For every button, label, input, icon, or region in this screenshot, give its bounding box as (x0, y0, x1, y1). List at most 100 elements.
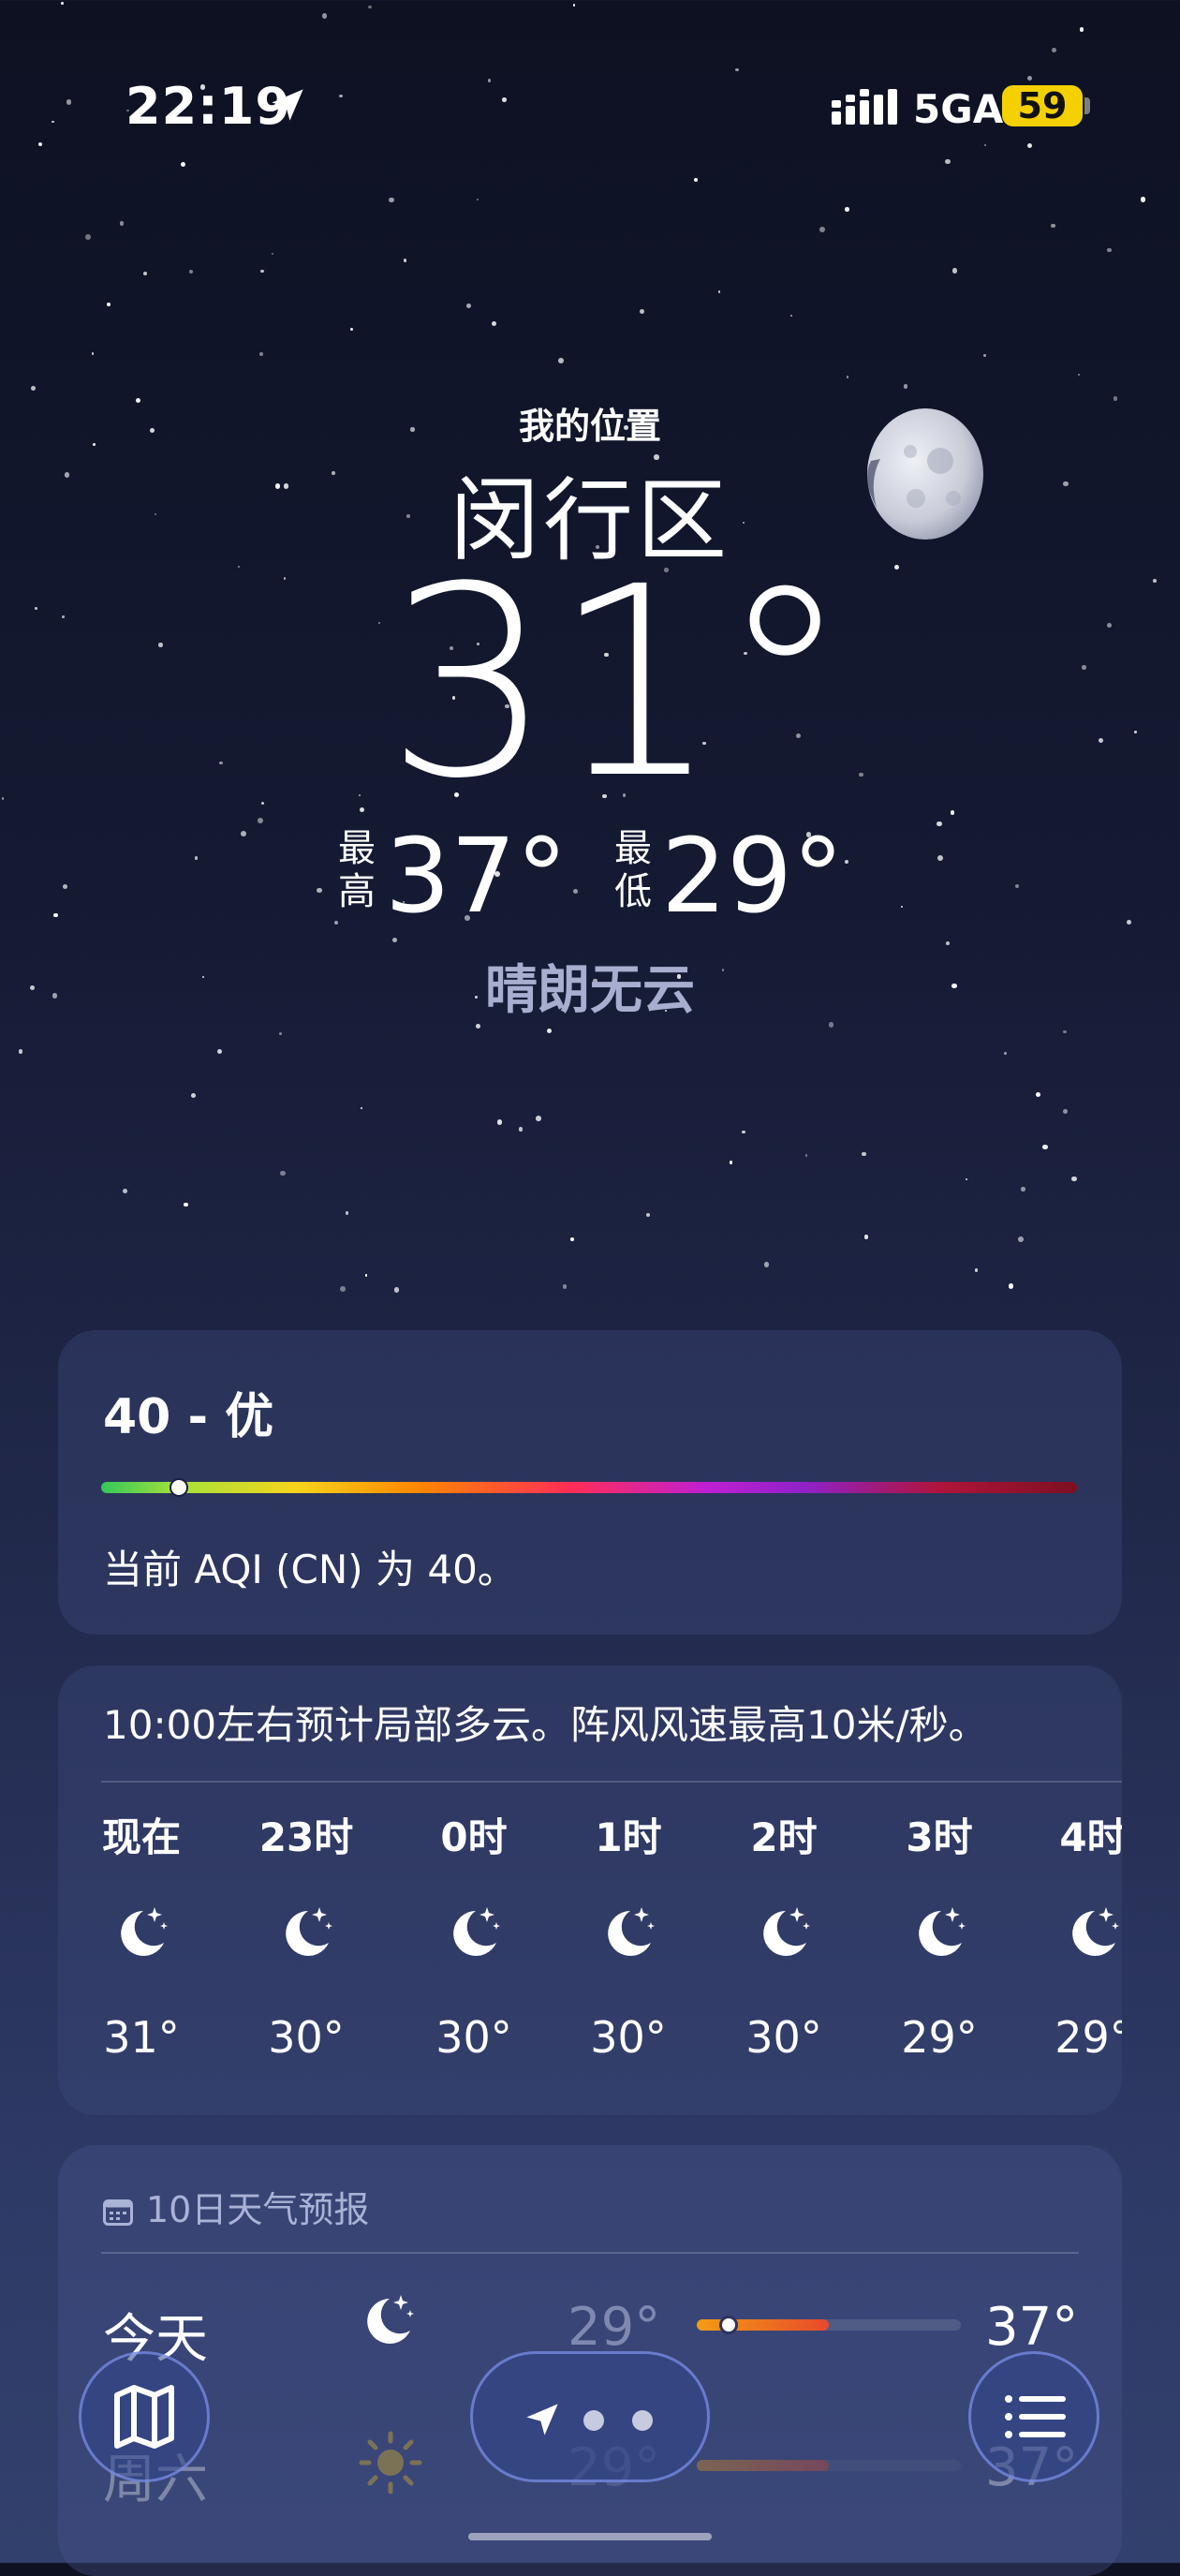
hour-label: 现在 (101, 1814, 181, 1860)
status-bar: 22:19 5GA 59 (0, 0, 1180, 215)
star (557, 357, 564, 363)
moon-stars-icon (71, 1902, 212, 2005)
high-label: 最高 (338, 827, 376, 913)
star (184, 1202, 188, 1207)
star (1042, 1144, 1048, 1150)
star (30, 386, 36, 392)
battery-nub (1084, 97, 1090, 114)
star (391, 937, 397, 942)
star (862, 1151, 866, 1157)
star (497, 1119, 503, 1125)
star (345, 1211, 349, 1216)
star (946, 940, 951, 945)
hour-column: 0时 30° (404, 1806, 544, 2063)
calendar-icon (103, 2199, 133, 2226)
aqi-title: 40 - 优 (103, 1389, 274, 1445)
star (142, 271, 147, 275)
low-temp: 29° (661, 816, 844, 936)
star (983, 354, 986, 357)
sun-icon (358, 2430, 433, 2505)
map-button[interactable] (79, 2351, 210, 2482)
hour-temp: 30° (268, 2012, 345, 2063)
high-low-temperature: 最高37° 最低29° (0, 824, 1180, 927)
low-label: 最低 (614, 827, 652, 913)
star (18, 1049, 23, 1054)
star (260, 270, 264, 274)
location-arrow-icon (526, 2404, 558, 2435)
signal-icon (832, 89, 897, 125)
hour-temp: 29° (901, 2012, 978, 2063)
star (360, 1106, 363, 1109)
star (280, 1170, 286, 1176)
battery-level: 59 (1017, 85, 1068, 126)
map-icon (114, 2385, 174, 2449)
moon-stars-icon (358, 2289, 433, 2364)
page-dot[interactable] (583, 2410, 604, 2431)
moon-stars-icon (714, 1902, 854, 2005)
star (340, 1285, 347, 1292)
star (846, 376, 849, 379)
star (122, 1188, 128, 1194)
location-pager[interactable] (470, 2351, 710, 2482)
star (84, 234, 91, 240)
divider (101, 1781, 1122, 1783)
star (742, 1130, 745, 1134)
star (91, 352, 95, 356)
star (188, 270, 194, 274)
hour-column: 2时 30° (714, 1806, 854, 2063)
star (491, 320, 496, 326)
star (562, 1284, 567, 1289)
hour-temp: 30° (745, 2012, 822, 2063)
star (518, 1127, 523, 1132)
battery-icon: 59 (1002, 85, 1083, 126)
weather-condition: 晴朗无云 (485, 960, 695, 1021)
star (1018, 1236, 1024, 1242)
aqi-scale-bar (101, 1482, 1077, 1493)
star (966, 1177, 968, 1180)
star (119, 221, 125, 226)
star (107, 303, 111, 306)
my-location-label: 我的位置 (518, 406, 661, 447)
star (546, 1029, 552, 1034)
ten-day-title: 10日天气预报 (146, 2189, 370, 2230)
star (819, 226, 825, 232)
hour-label: 4时 (1059, 1814, 1122, 1860)
star (717, 290, 720, 293)
list-button[interactable] (968, 2351, 1099, 2482)
hourly-forecast-card[interactable]: 10:00左右预计局部多云。阵风风速最高10米/秒。 现在 31° 23时 30° 0时… (58, 1666, 1122, 2115)
day-low: 29° (568, 2297, 661, 2358)
aqi-description: 当前 AQI (CN) 为 40。 (103, 1547, 517, 1592)
home-indicator[interactable] (468, 2533, 712, 2540)
air-quality-card[interactable]: 40 - 优 当前 AQI (CN) 为 40。 (58, 1330, 1122, 1635)
star (863, 1235, 869, 1239)
network-type: 5GA (913, 86, 1004, 132)
star (278, 1031, 282, 1035)
high-temp: 37° (385, 816, 568, 936)
page-dot[interactable] (632, 2410, 653, 2431)
star (951, 268, 958, 274)
ten-day-header: 10日天气预报 (103, 2181, 369, 2232)
hour-column: 23时 30° (236, 1806, 376, 2063)
star (729, 1161, 733, 1164)
star (364, 1273, 368, 1277)
day-high: 37° (985, 2297, 1079, 2358)
star (903, 384, 908, 390)
aqi-indicator (170, 1478, 189, 1497)
star (216, 1049, 222, 1055)
moon-stars-icon (404, 1902, 544, 2005)
star (640, 309, 645, 314)
star (1021, 1187, 1025, 1192)
temp-range-fill (697, 2319, 829, 2331)
star (1077, 374, 1080, 377)
star (1003, 1051, 1007, 1055)
star (1107, 247, 1112, 253)
moon-stars-icon (1023, 1902, 1122, 2005)
moon-stars-icon (869, 1902, 1010, 2005)
hour-column: 现在 31° (71, 1806, 212, 2063)
hour-label: 23时 (258, 1814, 354, 1860)
star (465, 303, 472, 309)
hour-temp: 30° (590, 2012, 667, 2063)
star (1063, 1029, 1067, 1034)
hour-temp: 29° (1055, 2012, 1122, 2063)
star (1062, 1109, 1068, 1115)
